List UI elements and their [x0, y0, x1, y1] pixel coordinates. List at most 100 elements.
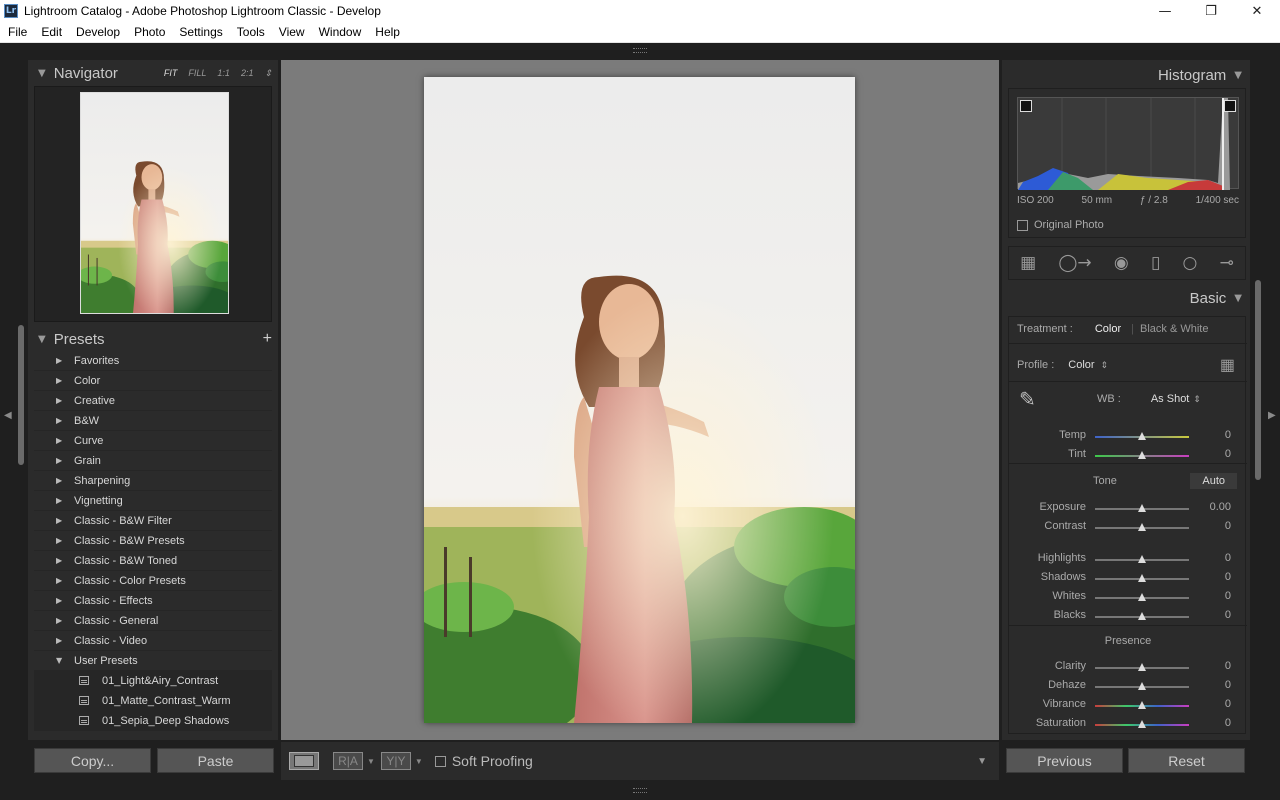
expand-triangle-icon[interactable]: ▶ [56, 376, 66, 385]
previous-button[interactable]: Previous [1006, 748, 1123, 773]
expand-triangle-icon[interactable]: ▶ [56, 636, 66, 645]
radial-filter-icon[interactable]: ○ [1183, 253, 1198, 273]
zoom-2-1[interactable]: 2:1 [241, 68, 254, 79]
collapse-triangle-icon[interactable]: ▼ [38, 334, 46, 345]
preset-group[interactable]: ▶ Classic - B&W Filter [34, 511, 272, 531]
original-photo-checkbox[interactable] [1017, 219, 1028, 231]
spot-removal-icon[interactable]: ◉ [1114, 253, 1129, 273]
presets-header[interactable]: ▼ Presets + [28, 326, 278, 352]
menu-file[interactable]: File [2, 25, 33, 39]
auto-tone-button[interactable]: Auto [1190, 473, 1237, 489]
add-preset-icon[interactable]: + [263, 330, 272, 348]
menu-edit[interactable]: Edit [35, 25, 68, 39]
top-panel-grip[interactable] [0, 43, 1280, 59]
slider-knob[interactable] [1138, 523, 1146, 531]
slider-value-whites[interactable]: 0 [1191, 590, 1231, 602]
preset-group[interactable]: ▶ Classic - Color Presets [34, 571, 272, 591]
expand-triangle-icon[interactable]: ▶ [56, 616, 66, 625]
right-panel-toggle-icon[interactable]: ▶ [1268, 410, 1276, 421]
slider-knob[interactable] [1138, 593, 1146, 601]
shadow-clipping-icon[interactable] [1020, 100, 1032, 112]
slider-value-temp[interactable]: 0 [1191, 429, 1231, 441]
slider-track-blacks[interactable] [1095, 612, 1189, 620]
soft-proofing-checkbox[interactable] [434, 755, 446, 767]
slider-value-exposure[interactable]: 0.00 [1191, 501, 1231, 513]
loupe-view-icon[interactable] [289, 752, 319, 770]
expand-triangle-icon[interactable]: ▶ [56, 596, 66, 605]
expand-triangle-icon[interactable]: ▶ [56, 476, 66, 485]
preset-group[interactable]: ▶ Sharpening [34, 471, 272, 491]
slider-knob[interactable] [1138, 720, 1146, 728]
main-image-view[interactable] [281, 60, 999, 740]
expand-triangle-icon[interactable]: ▶ [56, 396, 66, 405]
expand-triangle-icon[interactable]: ▶ [56, 576, 66, 585]
chevron-updown-icon[interactable]: ⇕ [1193, 394, 1201, 405]
collapse-triangle-icon[interactable]: ▼ [1234, 70, 1242, 81]
slider-knob[interactable] [1138, 451, 1146, 459]
slider-track-contrast[interactable] [1095, 523, 1189, 531]
collapse-triangle-icon[interactable]: ▼ [56, 656, 66, 665]
slider-track-whites[interactable] [1095, 593, 1189, 601]
slider-track-dehaze[interactable] [1095, 682, 1189, 690]
bottom-grip-icon[interactable] [633, 788, 647, 793]
right-panel-scrollbar[interactable] [1255, 280, 1261, 480]
treatment-color-option[interactable]: Color [1095, 323, 1121, 335]
histogram-graph[interactable] [1017, 97, 1239, 190]
slider-value-contrast[interactable]: 0 [1191, 520, 1231, 532]
slider-track-saturation[interactable] [1095, 720, 1189, 728]
minimize-button[interactable]: — [1142, 0, 1188, 22]
expand-triangle-icon[interactable]: ▶ [56, 496, 66, 505]
profile-browser-icon[interactable]: ▦ [1220, 355, 1235, 375]
highlight-clipping-icon[interactable] [1224, 100, 1236, 112]
preset-group[interactable]: ▶ Curve [34, 431, 272, 451]
menu-help[interactable]: Help [369, 25, 406, 39]
navigator-preview[interactable] [34, 86, 272, 322]
preset-group-user[interactable]: ▼ User Presets [34, 651, 272, 671]
slider-value-shadows[interactable]: 0 [1191, 571, 1231, 583]
preset-item[interactable]: 01_Matte_Contrast_Warm [34, 691, 272, 711]
expand-triangle-icon[interactable]: ▶ [56, 456, 66, 465]
dropdown-triangle-icon[interactable]: ▼ [367, 757, 375, 766]
slider-value-blacks[interactable]: 0 [1191, 609, 1231, 621]
profile-select[interactable]: Color [1068, 359, 1094, 371]
slider-knob[interactable] [1138, 701, 1146, 709]
slider-value-vibrance[interactable]: 0 [1191, 698, 1231, 710]
menu-tools[interactable]: Tools [231, 25, 271, 39]
before-after-yy-button[interactable]: Y|Y [380, 752, 411, 770]
before-after-ra-button[interactable]: R|A [333, 752, 363, 770]
preset-group[interactable]: ▶ B&W [34, 411, 272, 431]
slider-knob[interactable] [1138, 432, 1146, 440]
navigator-header[interactable]: ▼ Navigator FIT FILL 1:1 2:1 ⇕ [28, 60, 278, 86]
brush-icon[interactable]: ⊸ [1220, 253, 1234, 273]
menu-view[interactable]: View [273, 25, 311, 39]
zoom-spinner-icon[interactable]: ⇕ [264, 68, 272, 79]
slider-knob[interactable] [1138, 682, 1146, 690]
slider-value-dehaze[interactable]: 0 [1191, 679, 1231, 691]
crop-icon[interactable]: ◯→ [1058, 253, 1091, 273]
preset-group[interactable]: ▶ Color [34, 371, 272, 391]
expand-triangle-icon[interactable]: ▶ [56, 536, 66, 545]
left-panel-toggle-icon[interactable]: ◀ [4, 410, 12, 421]
slider-track-temp[interactable] [1095, 432, 1189, 440]
slider-track-exposure[interactable] [1095, 504, 1189, 512]
zoom-1-1[interactable]: 1:1 [217, 68, 230, 79]
slider-knob[interactable] [1138, 612, 1146, 620]
zoom-fit[interactable]: FIT [164, 68, 178, 79]
histogram-header[interactable]: Histogram ▼ [1158, 67, 1242, 84]
expand-triangle-icon[interactable]: ▶ [56, 556, 66, 565]
restore-button[interactable]: ❐ [1188, 0, 1234, 22]
zoom-fill[interactable]: FILL [188, 68, 206, 79]
menu-settings[interactable]: Settings [173, 25, 228, 39]
slider-track-vibrance[interactable] [1095, 701, 1189, 709]
photo-preview[interactable] [424, 77, 855, 723]
toolbar-menu-triangle-icon[interactable]: ▼ [977, 756, 987, 767]
treatment-bw-option[interactable]: Black & White [1140, 323, 1208, 335]
slider-value-tint[interactable]: 0 [1191, 448, 1231, 460]
left-panel-scrollbar[interactable] [18, 325, 24, 465]
slider-value-clarity[interactable]: 0 [1191, 660, 1231, 672]
preset-item[interactable]: 01_Light&Airy_Contrast [34, 671, 272, 691]
expand-triangle-icon[interactable]: ▶ [56, 356, 66, 365]
slider-track-highlights[interactable] [1095, 555, 1189, 563]
slider-track-shadows[interactable] [1095, 574, 1189, 582]
grid-overlay-icon[interactable]: ▦ [1020, 253, 1036, 273]
